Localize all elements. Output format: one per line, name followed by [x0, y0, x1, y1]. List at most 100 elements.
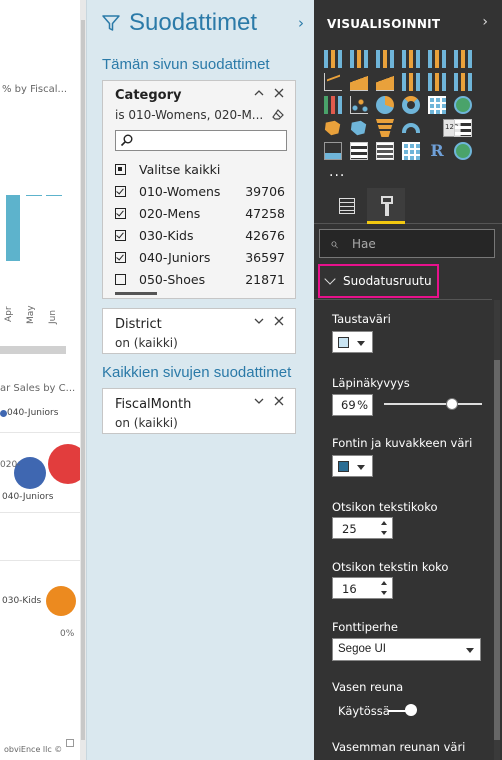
filled-map-icon[interactable]	[324, 120, 341, 136]
close-icon[interactable]	[273, 315, 285, 327]
map-icon[interactable]	[454, 96, 472, 114]
visualizations-title: VISUALISOINNIT	[327, 17, 441, 31]
funnel-icon[interactable]	[376, 119, 394, 137]
chart-bar[interactable]	[6, 195, 20, 261]
close-icon[interactable]	[273, 87, 285, 99]
format-pane-scrollbar[interactable]	[494, 300, 500, 760]
scatter-chart-icon[interactable]	[350, 96, 368, 114]
area-chart-icon[interactable]	[350, 73, 368, 91]
filter-card-fiscalmonth[interactable]: FiscalMonth on (kaikki)	[102, 388, 296, 434]
matrix-icon[interactable]	[402, 142, 420, 160]
increment-icon[interactable]	[381, 521, 387, 525]
option-checkbox[interactable]	[115, 207, 126, 219]
kpi-icon[interactable]	[324, 142, 342, 160]
category-option[interactable]: 040-Juniors 36597	[115, 247, 285, 267]
scrollbar-thumb[interactable]	[494, 360, 500, 740]
axis-value-label: 0%	[60, 629, 75, 639]
100-stacked-bar-chart-icon[interactable]	[428, 50, 446, 68]
increment-icon[interactable]	[381, 581, 387, 585]
category-search-input[interactable]	[115, 130, 287, 151]
decrement-icon[interactable]	[381, 591, 387, 595]
format-search-input[interactable]	[352, 232, 492, 255]
chart-bubble[interactable]	[46, 586, 76, 616]
eraser-icon[interactable]	[272, 108, 285, 121]
treemap-icon[interactable]	[428, 96, 446, 114]
line-and-clustered-column-chart-icon[interactable]	[428, 73, 446, 91]
chevron-down-icon[interactable]	[253, 395, 265, 407]
background-color-picker[interactable]	[332, 331, 373, 353]
donut-chart-icon[interactable]	[402, 96, 420, 114]
option-checkbox[interactable]	[115, 185, 126, 197]
pie-chart-icon[interactable]	[376, 96, 394, 114]
more-visuals-icon[interactable]: ...	[329, 164, 345, 180]
select-all-checkbox[interactable]	[115, 163, 126, 175]
tab-format[interactable]	[367, 188, 405, 224]
arcgis-map-icon[interactable]	[454, 142, 472, 160]
paint-roller-icon	[379, 196, 395, 218]
bubble-label: 040-Juniors	[2, 492, 54, 502]
option-checkbox[interactable]	[115, 273, 126, 285]
chevron-down-icon	[357, 341, 365, 346]
category-option[interactable]: 020-Mens 47258	[115, 203, 285, 223]
clustered-column-chart-icon[interactable]	[402, 50, 420, 68]
table-icon[interactable]	[376, 142, 394, 160]
header-text-size-stepper[interactable]: 25	[332, 517, 393, 539]
option-checkbox[interactable]	[115, 251, 126, 263]
font-family-label: Fonttiperhe	[332, 620, 399, 634]
waterfall-chart-icon[interactable]	[324, 96, 342, 114]
chevron-down-icon	[324, 273, 336, 285]
chevron-right-icon[interactable]: ›	[298, 14, 304, 32]
stacked-column-chart-icon[interactable]	[350, 50, 368, 68]
chart-scrollbar[interactable]	[0, 346, 66, 354]
report-canvas: % by Fiscal... Apr May Jun ar Sales by C…	[0, 0, 86, 760]
stepper-value: 16	[342, 582, 357, 596]
toggle-knob[interactable]	[405, 704, 417, 716]
category-option[interactable]: 050-Shoes 21871	[115, 269, 285, 289]
category-option[interactable]: 010-Womens 39706	[115, 181, 285, 201]
chevron-up-icon[interactable]	[253, 87, 265, 99]
search-icon	[120, 134, 133, 147]
font-family-select[interactable]: Segoe UI	[332, 638, 481, 661]
line-chart-icon[interactable]	[324, 73, 342, 91]
option-checkbox[interactable]	[115, 229, 126, 241]
ribbon-chart-icon[interactable]	[454, 73, 472, 91]
slicer-icon[interactable]	[350, 142, 368, 160]
multi-row-card-icon[interactable]	[454, 119, 472, 137]
r-script-visual-icon[interactable]: R	[428, 142, 446, 160]
shape-map-icon[interactable]	[350, 120, 367, 136]
chevron-down-icon[interactable]	[253, 315, 265, 327]
visual-type-gallery: R	[324, 50, 492, 160]
filter-card-district[interactable]: District on (kaikki)	[102, 308, 296, 354]
filter-icon	[102, 15, 120, 31]
transparency-input[interactable]: 69 %	[332, 394, 373, 416]
clustered-bar-chart-icon[interactable]	[376, 50, 394, 68]
stacked-area-chart-icon[interactable]	[376, 73, 394, 91]
gauge-icon[interactable]	[402, 123, 420, 133]
filter-pane-section-header[interactable]: Suodatusruutu	[318, 264, 439, 298]
chevron-right-icon[interactable]: ›	[482, 14, 488, 30]
stacked-bar-chart-icon[interactable]	[324, 50, 342, 68]
font-icon-color-picker[interactable]	[332, 455, 373, 477]
fields-icon	[339, 198, 355, 214]
chart-bar[interactable]	[26, 195, 42, 196]
filters-header: Suodattimet	[101, 8, 257, 38]
slider-thumb[interactable]	[445, 398, 458, 410]
decrement-icon[interactable]	[381, 531, 387, 535]
select-all-option[interactable]: Valitse kaikki	[115, 159, 285, 179]
close-icon[interactable]	[273, 395, 285, 407]
option-label: 040-Juniors	[139, 249, 211, 265]
format-search-box[interactable]: ⌕	[319, 229, 495, 258]
scrollbar-thumb[interactable]	[81, 20, 85, 740]
title-text-size-stepper[interactable]: 16	[332, 577, 393, 599]
filter-card-category[interactable]: Category is 010-Womens, 020-M... Valitse…	[102, 80, 296, 299]
toggle-state-label: Käytössä	[338, 704, 390, 718]
filter-summary: on (kaikki)	[115, 336, 178, 350]
transparency-slider[interactable]	[384, 403, 482, 405]
100-stacked-column-chart-icon[interactable]	[454, 50, 472, 68]
category-option[interactable]: 030-Kids 42676	[115, 225, 285, 245]
line-and-column-chart-icon[interactable]	[402, 73, 420, 91]
chart-bar[interactable]	[46, 195, 62, 196]
color-swatch	[338, 337, 349, 348]
list-scrollbar[interactable]	[115, 292, 157, 295]
tab-fields[interactable]	[327, 188, 365, 224]
